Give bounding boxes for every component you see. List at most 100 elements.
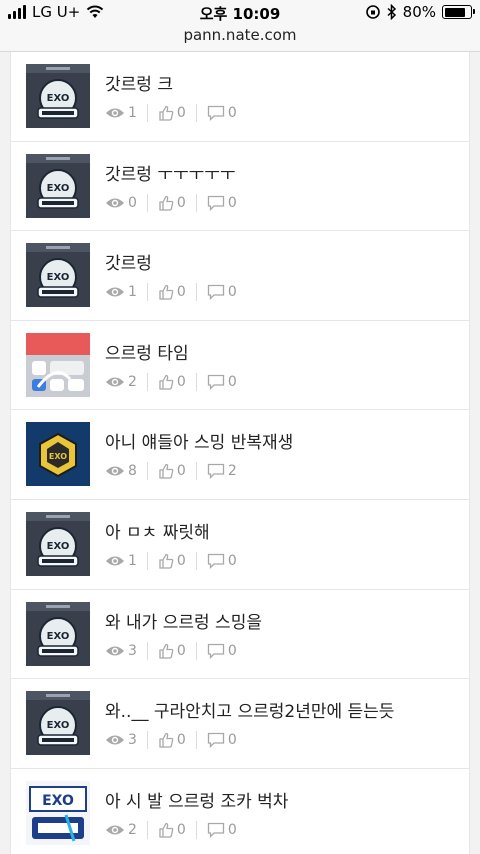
divider bbox=[195, 731, 197, 750]
eye-icon bbox=[106, 466, 124, 476]
comments-count: 2 bbox=[227, 463, 237, 480]
thumbs-up-icon bbox=[159, 643, 174, 659]
eye-icon bbox=[106, 108, 124, 118]
comments-count: 0 bbox=[227, 552, 237, 569]
thumbs-up-icon bbox=[159, 105, 174, 121]
likes-count: 0 bbox=[176, 732, 186, 749]
svg-text:EXO: EXO bbox=[47, 272, 70, 283]
likes-count: 0 bbox=[176, 105, 186, 121]
post-thumbnail[interactable]: EXO bbox=[26, 64, 90, 128]
post-meta: 2 0 0 bbox=[105, 820, 237, 839]
post-meta: 3 0 0 bbox=[105, 731, 237, 750]
post-title[interactable]: 아 ㅁㅊ 짜릿해 bbox=[105, 518, 210, 543]
likes-stat: 0 bbox=[158, 732, 186, 748]
comments-stat: 0 bbox=[207, 195, 237, 211]
comments-stat: 0 bbox=[207, 105, 237, 121]
post-thumbnail[interactable] bbox=[26, 332, 90, 397]
likes-stat: 0 bbox=[158, 643, 186, 659]
post-title[interactable]: 아 시 발 으르렁 조카 벅차 bbox=[105, 787, 288, 812]
post-meta: 2 0 0 bbox=[105, 372, 237, 391]
post-thumbnail[interactable]: EXO bbox=[26, 243, 90, 308]
post-meta: 3 0 0 bbox=[105, 641, 237, 660]
post-item-4[interactable]: 으르렁 타임 2 0 0 bbox=[11, 321, 469, 411]
post-item-5[interactable]: EXO 아니 얘들아 스밍 반복재생 8 0 2 bbox=[11, 410, 469, 500]
comments-stat: 0 bbox=[207, 374, 237, 390]
divider bbox=[195, 283, 197, 302]
post-title[interactable]: 와..__ 구라안치고 으르렁2년만에 듣는듯 bbox=[105, 697, 394, 722]
post-item-1[interactable]: EXO 갓르렁 크 1 0 0 bbox=[11, 52, 469, 142]
bluetooth-icon bbox=[387, 4, 396, 20]
post-thumbnail[interactable]: EXO bbox=[26, 601, 90, 666]
comments-count: 0 bbox=[227, 642, 237, 659]
post-thumbnail[interactable]: EXO bbox=[26, 511, 90, 576]
divider bbox=[146, 104, 148, 122]
divider bbox=[146, 372, 148, 391]
divider bbox=[195, 462, 197, 481]
thumbs-up-icon bbox=[159, 374, 174, 390]
comments-stat: 2 bbox=[207, 463, 237, 480]
comments-stat: 0 bbox=[207, 643, 237, 659]
svg-text:EXO: EXO bbox=[47, 183, 70, 194]
comments-count: 0 bbox=[227, 821, 237, 838]
divider bbox=[195, 372, 197, 391]
likes-count: 0 bbox=[176, 194, 186, 211]
comments-count: 0 bbox=[227, 284, 237, 301]
post-item-2[interactable]: EXO 갓르렁 ㅜㅜㅜㅜㅜ 0 0 0 bbox=[11, 142, 469, 232]
views-count: 8 bbox=[128, 463, 137, 480]
post-item-3[interactable]: EXO 갓르렁 1 0 0 bbox=[11, 231, 469, 321]
orientation-lock-icon bbox=[365, 5, 380, 19]
post-item-8[interactable]: EXO 와..__ 구라안치고 으르렁2년만에 듣는듯 3 0 0 bbox=[11, 679, 469, 769]
thumbs-up-icon bbox=[159, 464, 174, 480]
divider bbox=[195, 104, 197, 122]
post-meta: 1 0 0 bbox=[105, 551, 237, 570]
views-count: 3 bbox=[128, 642, 137, 659]
eye-icon bbox=[106, 287, 124, 297]
likes-count: 0 bbox=[176, 552, 186, 569]
comment-icon bbox=[207, 195, 224, 211]
divider bbox=[195, 820, 197, 839]
svg-text:EXO: EXO bbox=[47, 541, 70, 552]
likes-count: 0 bbox=[176, 821, 186, 838]
views-count: 0 bbox=[128, 194, 137, 211]
comment-icon bbox=[207, 643, 224, 659]
url-text[interactable]: pann.nate.com bbox=[183, 26, 296, 44]
address-bar[interactable]: pann.nate.com bbox=[0, 26, 480, 52]
post-thumbnail[interactable]: EXO bbox=[26, 691, 90, 756]
comments-count: 0 bbox=[227, 732, 237, 749]
likes-count: 0 bbox=[176, 642, 186, 659]
post-thumbnail[interactable]: EXO bbox=[26, 153, 90, 218]
post-title[interactable]: 아니 얘들아 스밍 반복재생 bbox=[105, 428, 293, 453]
post-title[interactable]: 갓르렁 bbox=[105, 249, 152, 274]
comment-icon bbox=[207, 374, 224, 390]
post-title[interactable]: 으르렁 타임 bbox=[105, 339, 189, 364]
comment-icon bbox=[207, 464, 224, 480]
post-title[interactable]: 갓르렁 크 bbox=[105, 70, 173, 95]
views-stat: 1 bbox=[105, 553, 137, 569]
comment-icon bbox=[207, 553, 224, 569]
post-item-7[interactable]: EXO 와 내가 으르렁 스밍을 3 0 0 bbox=[11, 590, 469, 680]
comments-count: 0 bbox=[227, 105, 237, 121]
post-meta: 0 0 0 bbox=[105, 193, 237, 212]
post-thumbnail[interactable]: EXO bbox=[26, 422, 90, 487]
battery-level bbox=[444, 7, 465, 17]
views-stat: 1 bbox=[105, 105, 137, 121]
post-item-6[interactable]: EXO 아 ㅁㅊ 짜릿해 1 0 0 bbox=[11, 500, 469, 590]
post-title[interactable]: 와 내가 으르렁 스밍을 bbox=[105, 608, 262, 633]
likes-stat: 0 bbox=[158, 284, 186, 300]
divider bbox=[195, 641, 197, 660]
post-thumbnail[interactable]: EXO bbox=[26, 780, 90, 845]
likes-stat: 0 bbox=[158, 374, 186, 390]
post-item-9[interactable]: EXO 아 시 발 으르렁 조카 벅차 2 0 0 bbox=[11, 769, 469, 854]
divider bbox=[146, 641, 148, 660]
views-count: 1 bbox=[128, 105, 137, 121]
divider bbox=[146, 551, 148, 570]
comments-stat: 0 bbox=[207, 284, 237, 301]
comment-icon bbox=[207, 105, 224, 121]
views-count: 2 bbox=[128, 821, 137, 838]
likes-count: 0 bbox=[176, 373, 186, 390]
svg-text:EXO: EXO bbox=[47, 93, 70, 104]
svg-text:EXO: EXO bbox=[47, 631, 70, 642]
post-title[interactable]: 갓르렁 ㅜㅜㅜㅜㅜ bbox=[105, 160, 236, 185]
status-right: 80% bbox=[365, 3, 475, 21]
likes-stat: 0 bbox=[158, 105, 186, 121]
